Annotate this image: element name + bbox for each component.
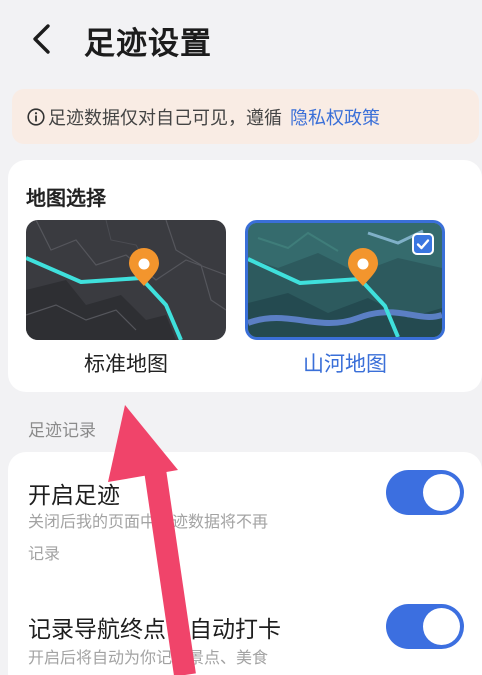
- shanhe-map-option[interactable]: [245, 220, 445, 340]
- standard-map-option[interactable]: [26, 220, 226, 340]
- map-section-title: 地图选择: [26, 186, 106, 210]
- nav-checkin-title: 记录导航终点，自动打卡: [28, 617, 281, 643]
- standard-map-thumbnail: [26, 220, 226, 340]
- enable-footprint-desc-line2: 记录: [28, 544, 61, 563]
- privacy-notice: 足迹数据仅对自己可见，遵循 隐私权政策: [12, 89, 479, 144]
- enable-footprint-toggle[interactable]: [386, 470, 464, 515]
- info-icon: [27, 107, 45, 126]
- back-arrow-icon[interactable]: [26, 22, 60, 56]
- selected-check-icon: [412, 233, 434, 255]
- record-section-label: 足迹记录: [28, 421, 96, 441]
- notice-text: 足迹数据仅对自己可见，遵循: [48, 107, 282, 129]
- header-bar: 足迹设置: [0, 0, 482, 80]
- shanhe-map-label: 山河地图: [303, 352, 387, 376]
- page-title: 足迹设置: [84, 26, 212, 62]
- toggle-knob: [423, 608, 460, 645]
- nav-checkin-toggle[interactable]: [386, 604, 464, 649]
- enable-footprint-title: 开启足迹: [28, 483, 120, 509]
- nav-checkin-desc: 开启后将自动为你记录景点、美食: [28, 648, 269, 667]
- standard-map-label: 标准地图: [84, 352, 168, 376]
- privacy-policy-link[interactable]: 隐私权政策: [290, 104, 380, 130]
- enable-footprint-desc-line1: 关闭后我的页面中足迹数据将不再: [28, 512, 269, 531]
- toggle-knob: [423, 474, 460, 511]
